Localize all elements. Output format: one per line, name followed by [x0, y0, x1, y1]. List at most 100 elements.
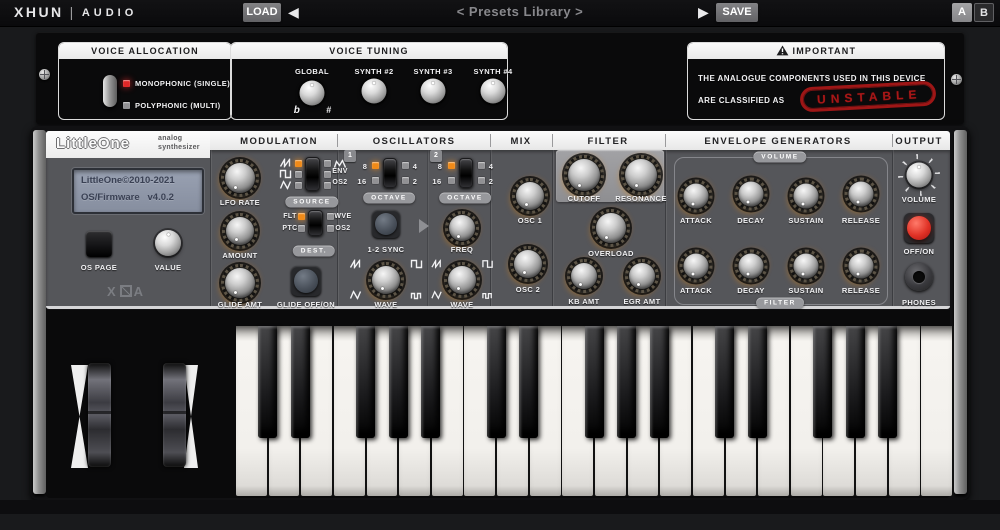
- black-key[interactable]: [291, 326, 310, 438]
- synth2-tune-knob[interactable]: [362, 79, 387, 104]
- slot-b-button[interactable]: B: [974, 3, 994, 22]
- osc1-octave-switch[interactable]: [383, 158, 397, 188]
- vol-sustain-knob[interactable]: [790, 180, 823, 213]
- white-key[interactable]: [921, 326, 952, 496]
- source-saw-led: [295, 160, 302, 167]
- value-label: VALUE: [155, 263, 182, 272]
- output-volume-knob[interactable]: [907, 163, 932, 188]
- black-key[interactable]: [421, 326, 440, 438]
- glide-on-off-button[interactable]: [291, 266, 321, 296]
- output-volume-label: VOLUME: [902, 195, 936, 204]
- value-knob[interactable]: [155, 230, 181, 256]
- section-divider: [490, 150, 491, 306]
- preset-name[interactable]: < Presets Library >: [370, 4, 670, 19]
- osc2-wave-knob[interactable]: [444, 262, 480, 298]
- source-env-led: [324, 171, 331, 178]
- mono-label[interactable]: MONOPHONIC (SINGLE): [135, 79, 230, 88]
- vol-sustain-label: SUSTAIN: [788, 216, 823, 225]
- osc1-oct16-led: [372, 177, 379, 184]
- osc2-oct4-led: [478, 162, 485, 169]
- save-button[interactable]: SAVE: [716, 3, 758, 22]
- global-tune-knob[interactable]: [300, 81, 325, 106]
- black-key[interactable]: [585, 326, 604, 438]
- osc1-octave-pill: OCTAVE: [363, 193, 415, 204]
- pitch-wheel[interactable]: [88, 363, 111, 467]
- next-preset-icon[interactable]: ▶: [698, 3, 709, 22]
- osc1-oct4-label: 4: [413, 162, 418, 171]
- brand-logo: XHUN|AUDIO: [14, 4, 137, 20]
- header-divider: [665, 134, 666, 147]
- mix-osc2-knob[interactable]: [510, 246, 546, 282]
- vol-attack-knob[interactable]: [680, 180, 713, 213]
- vol-release-knob[interactable]: [845, 178, 878, 211]
- osc2-oct2-led: [478, 177, 485, 184]
- titlebar: XHUN|AUDIO LOAD ◀ < Presets Library > ▶ …: [0, 0, 1000, 27]
- poly-label[interactable]: POLYPHONIC (MULTI): [135, 101, 221, 110]
- source-os2-label: OS2: [332, 179, 347, 186]
- synth3-tune-knob[interactable]: [421, 79, 446, 104]
- dest-wve-label: WVE: [334, 213, 351, 220]
- flt-release-knob[interactable]: [845, 250, 878, 283]
- cutoff-knob[interactable]: [564, 155, 604, 195]
- black-key[interactable]: [846, 326, 865, 438]
- lfo-rate-knob[interactable]: [221, 159, 259, 197]
- right-side-cap: [954, 130, 967, 494]
- amount-knob[interactable]: [222, 213, 258, 249]
- osc1-oct4-led: [402, 162, 409, 169]
- kb-amt-knob[interactable]: [567, 259, 601, 293]
- monogram-a: A: [134, 284, 145, 299]
- logo-sub2: synthesizer: [158, 144, 200, 151]
- osc2-octave-pill: OCTAVE: [439, 193, 491, 204]
- power-button[interactable]: [904, 213, 934, 243]
- glide-amt-knob[interactable]: [221, 264, 259, 302]
- voice-allocation-switch[interactable]: [103, 75, 117, 107]
- osc1-wave-knob[interactable]: [368, 262, 404, 298]
- black-key[interactable]: [748, 326, 767, 438]
- screw-icon: [951, 74, 962, 85]
- osc2-freq-knob[interactable]: [445, 211, 479, 245]
- voice-tuning-box: VOICE TUNING GLOBAL SYNTH #2 SYNTH #3 SY…: [230, 42, 508, 120]
- sync-button[interactable]: [372, 210, 400, 238]
- vol-decay-knob[interactable]: [735, 178, 768, 211]
- slot-a-button[interactable]: A: [952, 3, 972, 22]
- resonance-knob[interactable]: [621, 155, 661, 195]
- osc2-octave-switch[interactable]: [459, 158, 473, 188]
- dest-pill: DEST.: [293, 246, 335, 257]
- prev-preset-icon[interactable]: ◀: [288, 3, 299, 22]
- env-volume-pill: VOLUME: [753, 152, 806, 163]
- global-label: GLOBAL: [295, 67, 329, 76]
- egr-amt-knob[interactable]: [625, 259, 659, 293]
- synth4-tune-knob[interactable]: [481, 79, 506, 104]
- mod-wheel[interactable]: [163, 363, 186, 467]
- black-key[interactable]: [650, 326, 669, 438]
- flt-attack-knob[interactable]: [680, 250, 713, 283]
- os-page-button[interactable]: [86, 231, 112, 257]
- saw-wave-icon: [280, 159, 293, 168]
- black-key[interactable]: [715, 326, 734, 438]
- black-key[interactable]: [878, 326, 897, 438]
- mod-source-switch[interactable]: [305, 157, 320, 191]
- phones-jack[interactable]: [905, 263, 933, 291]
- source-square-led: [295, 171, 302, 178]
- black-key[interactable]: [389, 326, 408, 438]
- black-key[interactable]: [487, 326, 506, 438]
- flt-decay-knob[interactable]: [735, 250, 768, 283]
- black-key[interactable]: [519, 326, 538, 438]
- dest-flt-led: [298, 213, 305, 220]
- black-key[interactable]: [617, 326, 636, 438]
- overload-knob[interactable]: [592, 209, 630, 247]
- lcd-line1: LittleOne©2010-2021: [81, 175, 175, 186]
- header-divider: [892, 134, 893, 147]
- warning-line2: ARE CLASSIFIED AS: [698, 96, 785, 105]
- mod-dest-switch[interactable]: [308, 210, 323, 236]
- black-key[interactable]: [258, 326, 277, 438]
- source-random-led: [324, 160, 331, 167]
- filter-title: FILTER: [588, 136, 629, 147]
- black-key[interactable]: [813, 326, 832, 438]
- load-button[interactable]: LOAD: [243, 3, 281, 22]
- flt-sustain-knob[interactable]: [790, 250, 823, 283]
- black-key[interactable]: [356, 326, 375, 438]
- section-divider: [665, 150, 666, 306]
- square-wave-icon: [280, 170, 293, 179]
- mix-osc1-knob[interactable]: [512, 178, 548, 214]
